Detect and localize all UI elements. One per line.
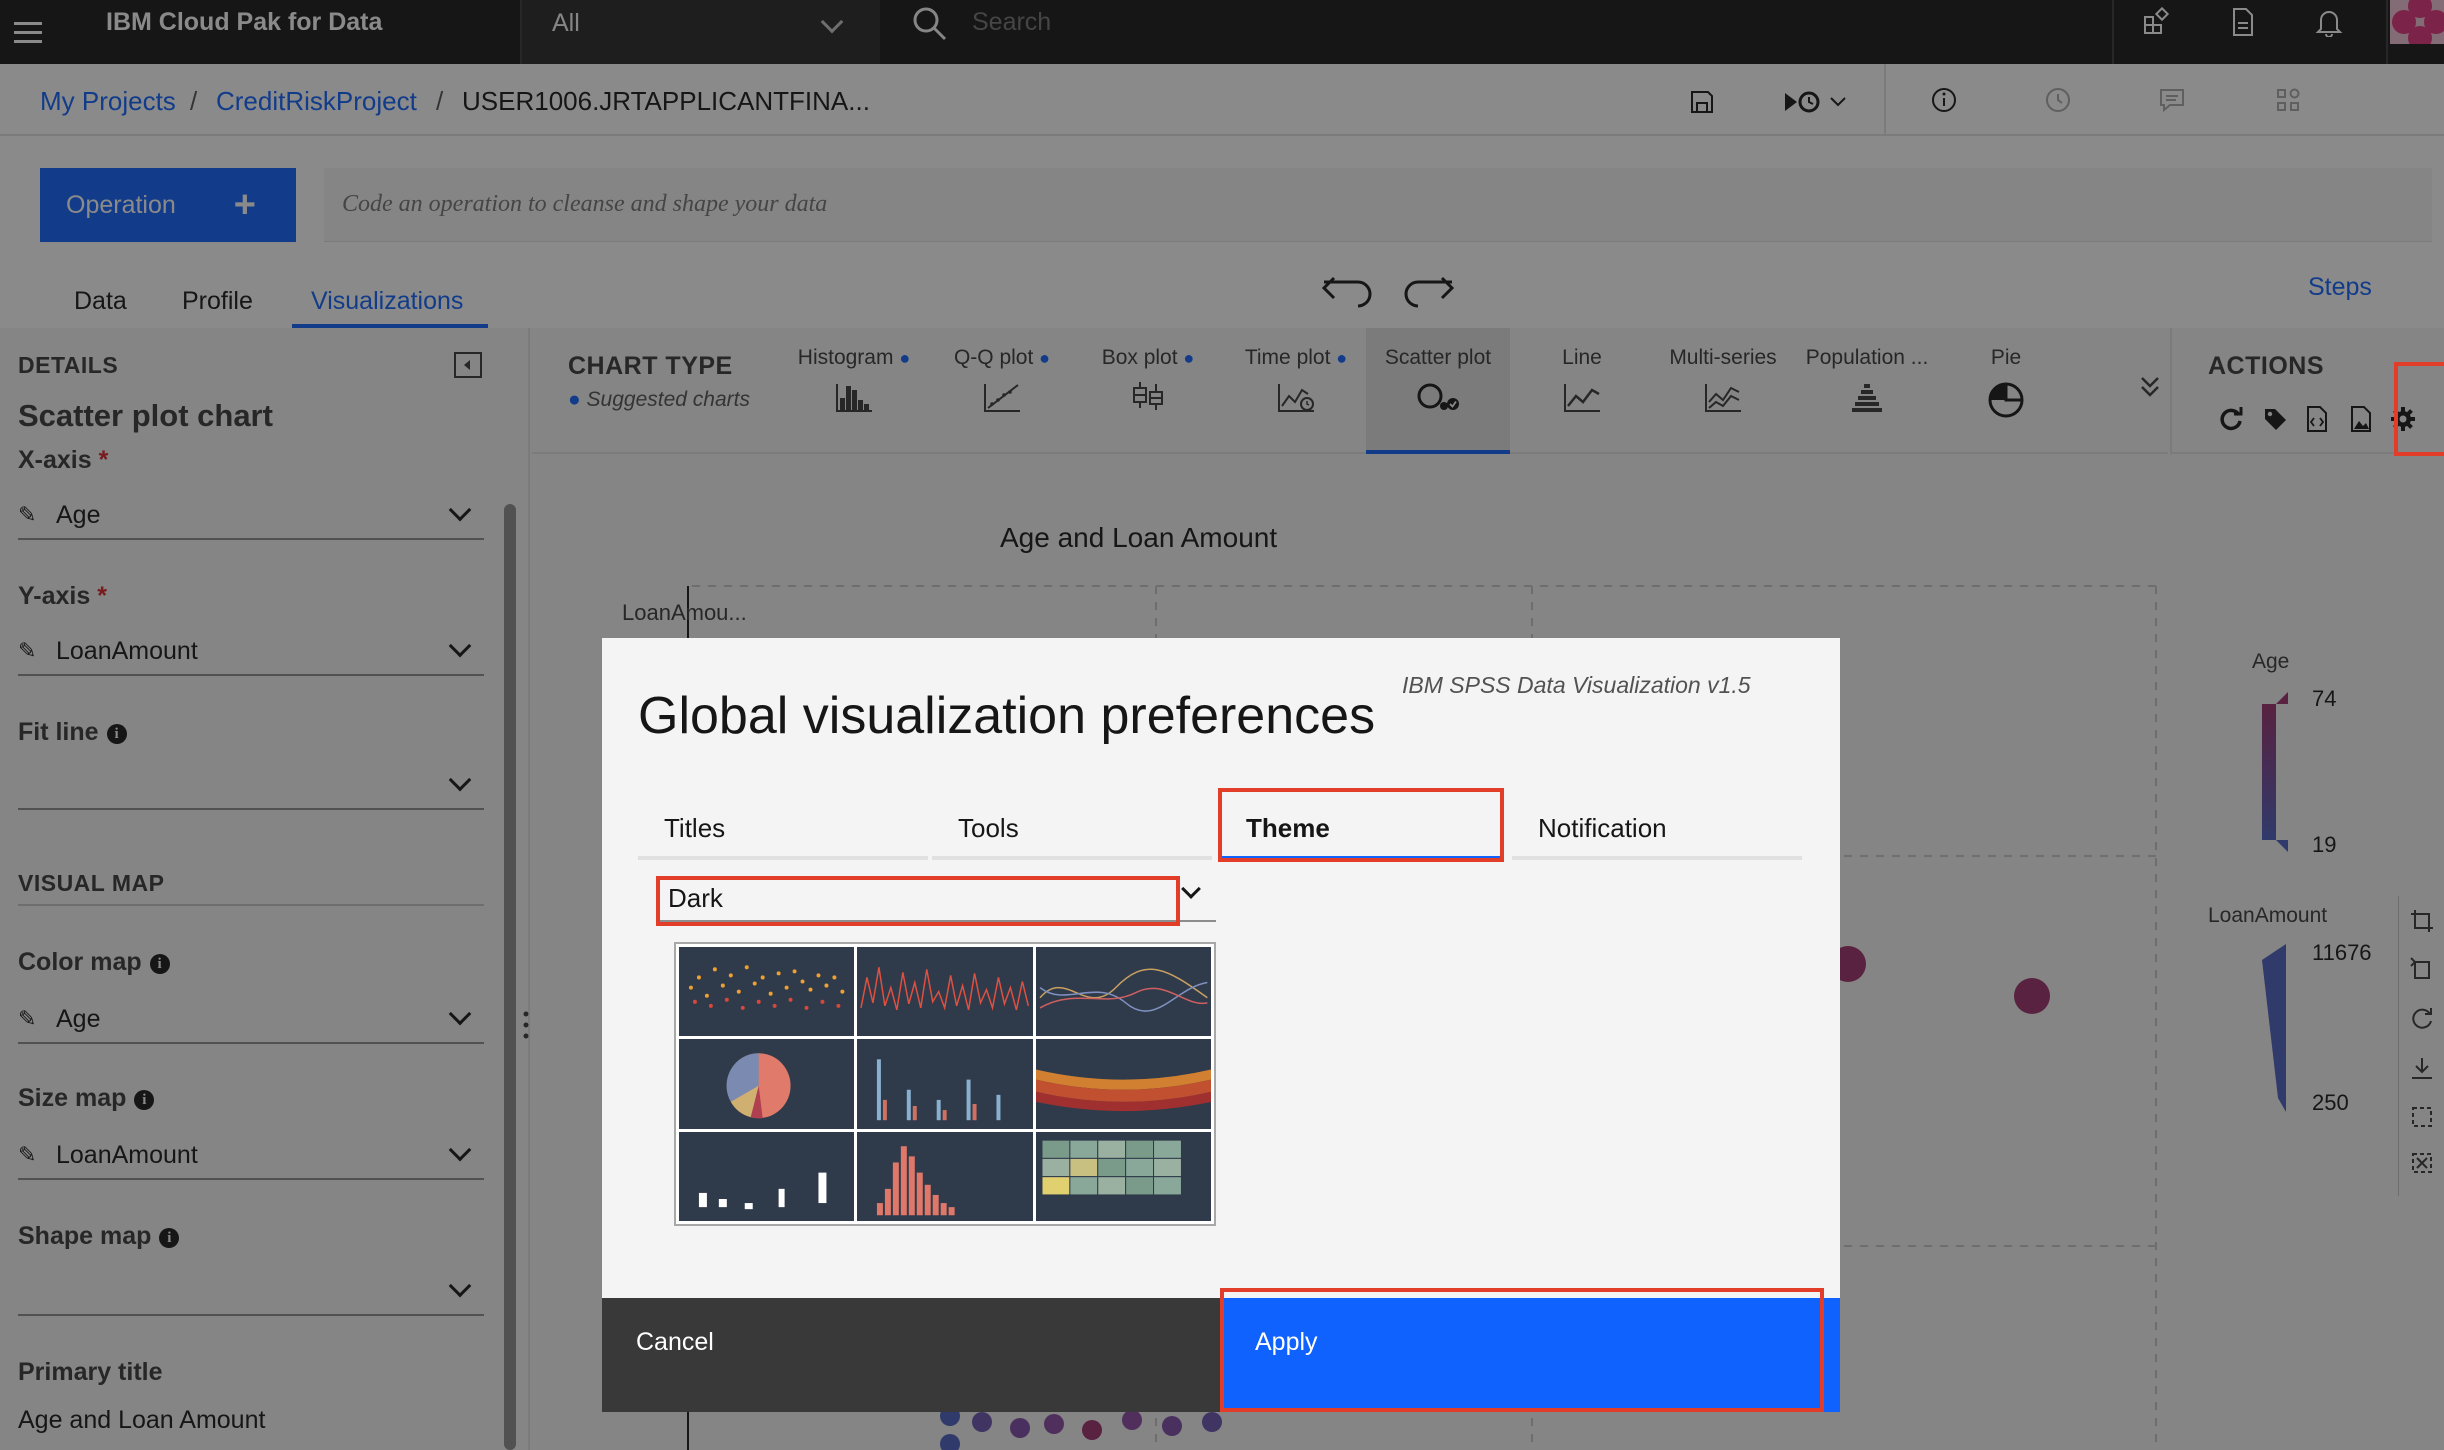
preview-pie bbox=[679, 1039, 855, 1129]
theme-preview bbox=[674, 942, 1216, 1226]
apply-highlight-box bbox=[1220, 1288, 1824, 1412]
preview-area-bands bbox=[1035, 1039, 1211, 1129]
preview-multi-line bbox=[1035, 947, 1211, 1037]
cancel-button[interactable]: Cancel bbox=[602, 1298, 1221, 1412]
preview-bars bbox=[857, 1039, 1033, 1129]
chevron-down-icon bbox=[1181, 879, 1201, 899]
settings-highlight-box bbox=[2394, 362, 2444, 456]
preview-histogram bbox=[857, 1131, 1033, 1221]
dialog-title: Global visualization preferences bbox=[638, 687, 1376, 745]
preview-scatter bbox=[679, 947, 855, 1037]
preview-box-plot bbox=[679, 1131, 855, 1221]
dialog-version: IBM SPSS Data Visualization v1.5 bbox=[1402, 672, 1751, 698]
tab-titles[interactable]: Titles bbox=[638, 800, 928, 860]
theme-tab-highlight-box bbox=[1218, 788, 1504, 862]
preview-line-spikes bbox=[857, 947, 1033, 1037]
theme-select-highlight-box bbox=[656, 876, 1180, 926]
tab-notification[interactable]: Notification bbox=[1512, 800, 1802, 860]
tab-tools[interactable]: Tools bbox=[932, 800, 1212, 860]
preview-heatmap bbox=[1035, 1131, 1211, 1221]
